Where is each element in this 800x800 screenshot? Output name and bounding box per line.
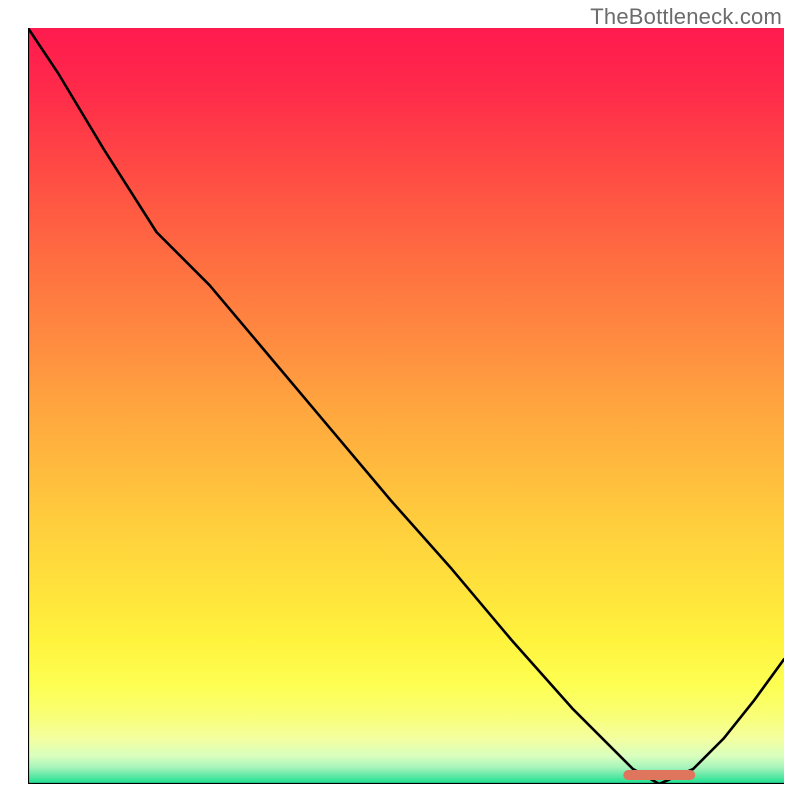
optimum-marker — [623, 770, 695, 780]
bottleneck-chart — [28, 28, 784, 784]
chart-background — [28, 28, 784, 784]
chart-container — [28, 28, 784, 784]
watermark-text: TheBottleneck.com — [590, 4, 782, 30]
